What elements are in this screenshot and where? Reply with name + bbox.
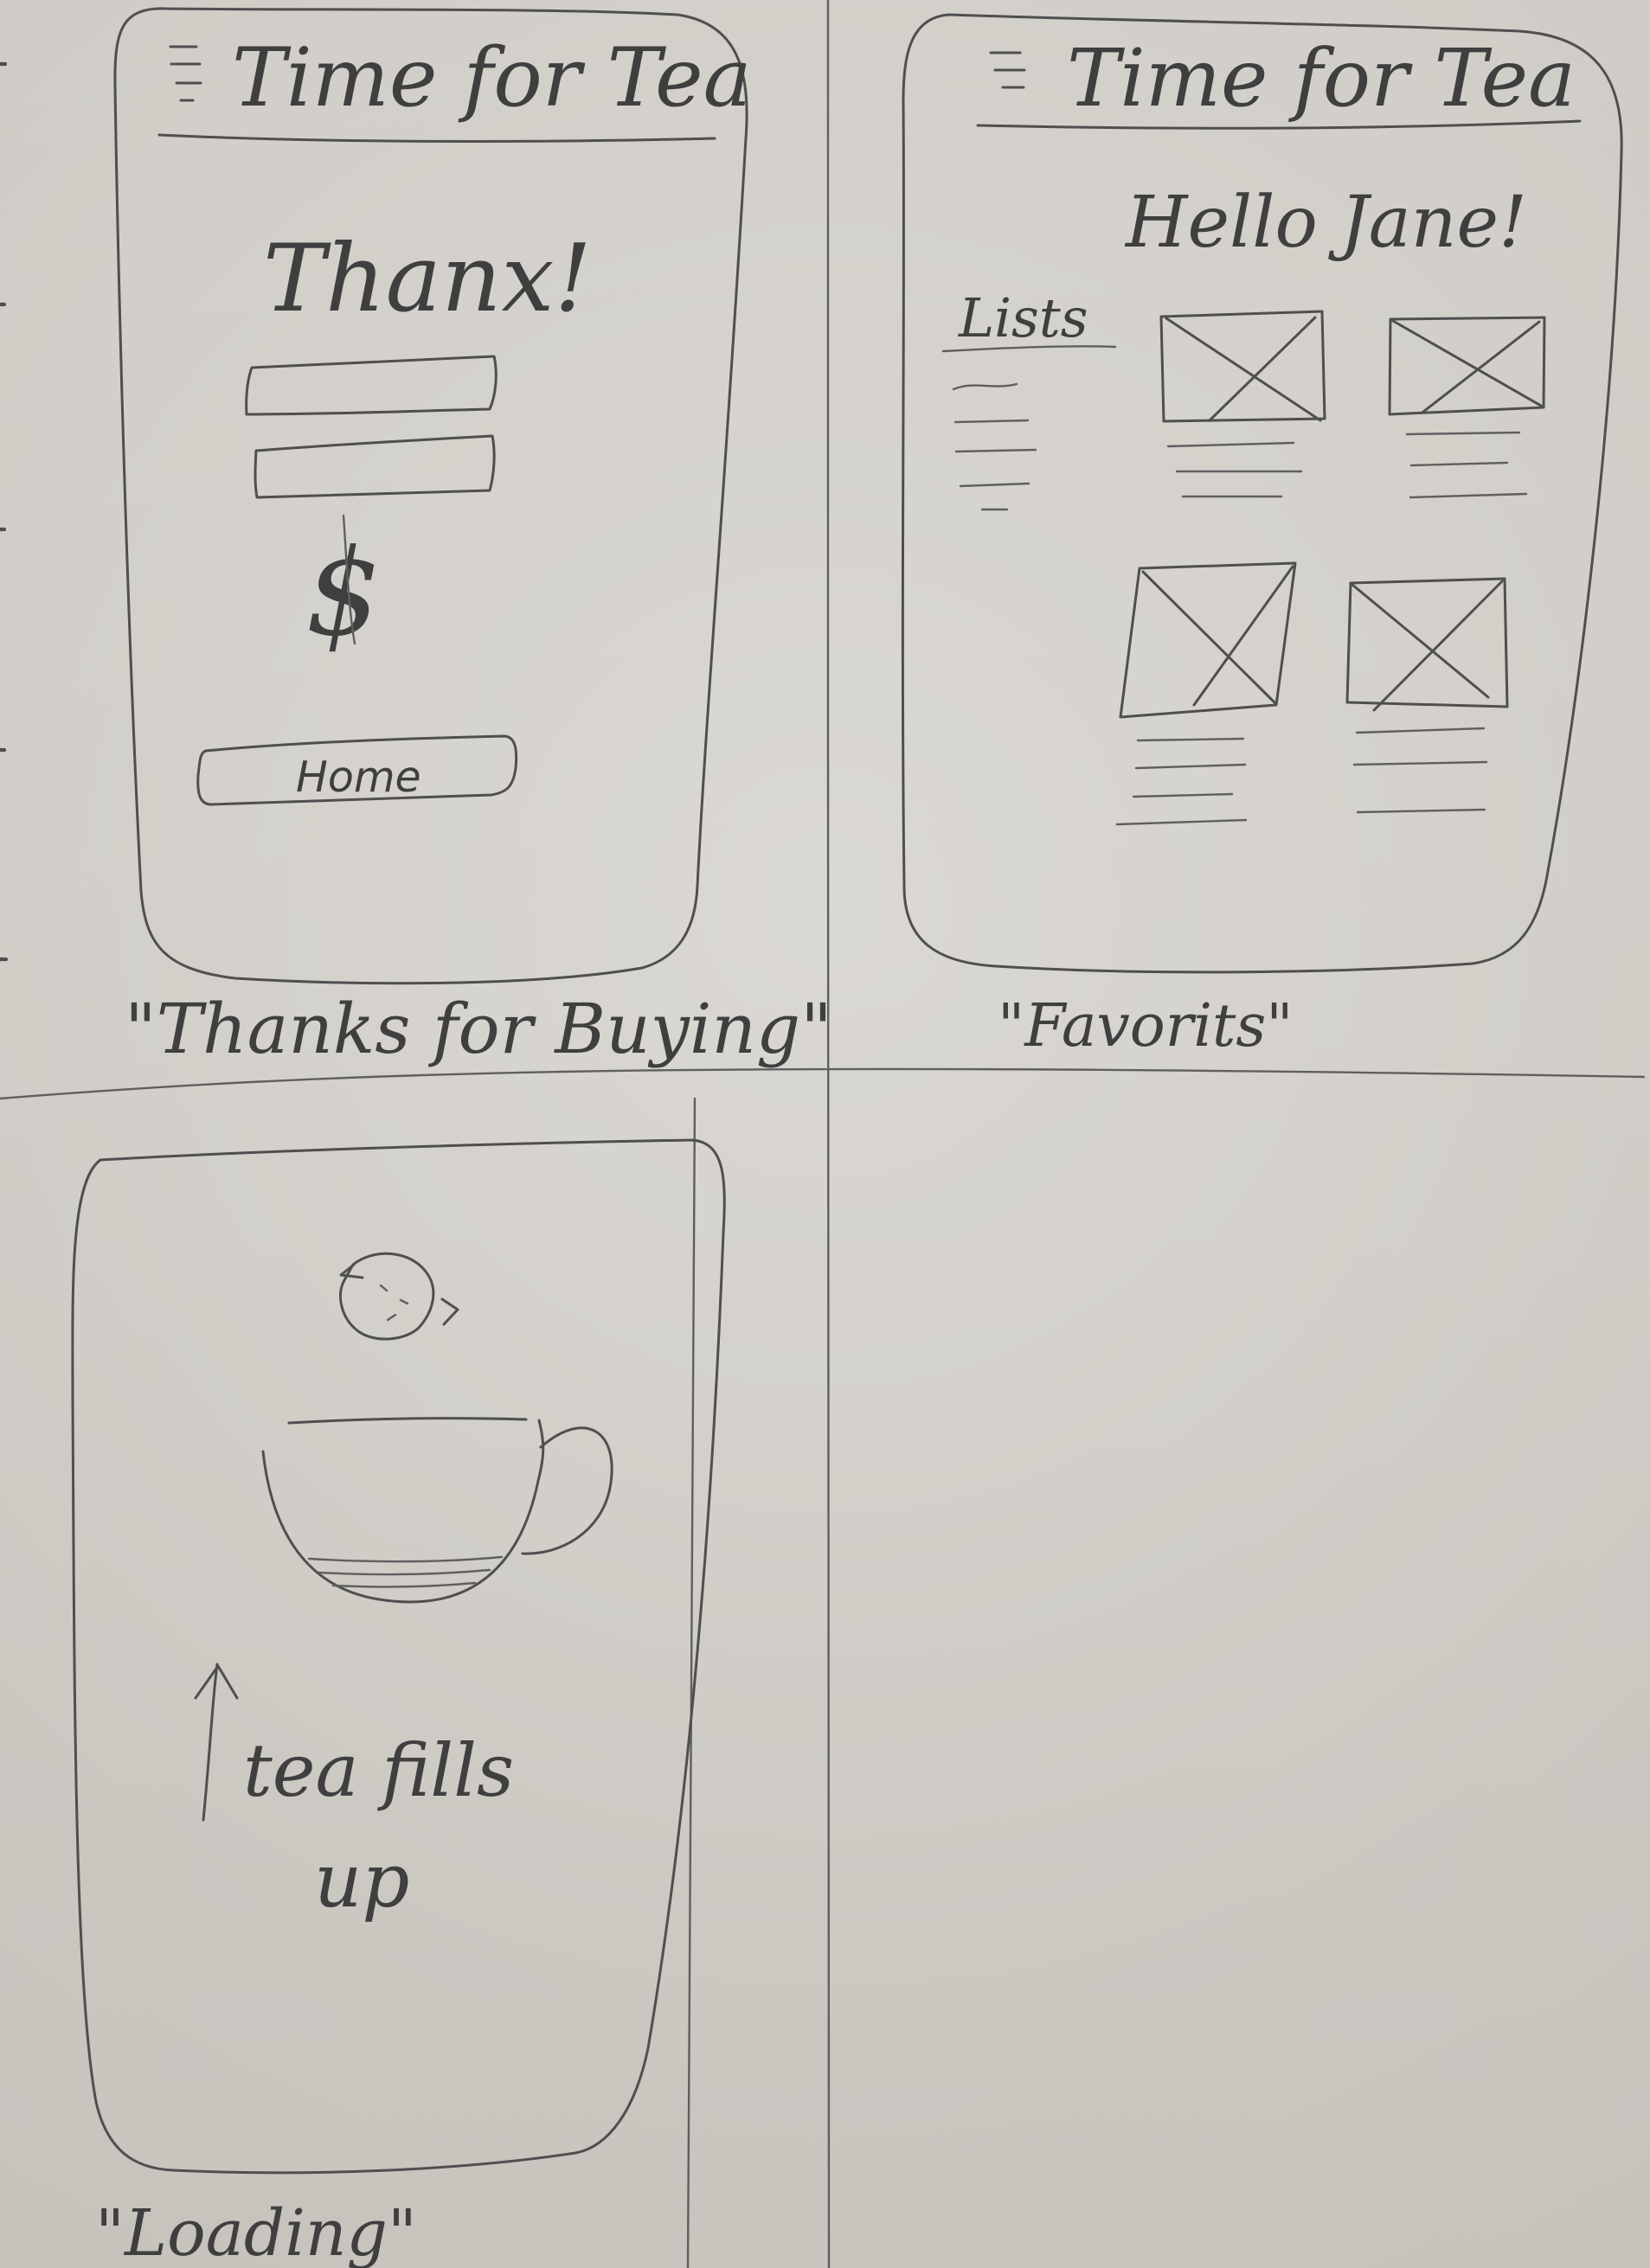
- teacup-icon: [261, 1417, 613, 1604]
- thanks-caption: "Thanks for Buying": [125, 989, 832, 1069]
- thanks-screen: Time for Tea Thanx! $ Home "Thanks for B…: [113, 7, 832, 1069]
- loading-phone-frame: [71, 1138, 726, 2175]
- thanks-app-title: Time for Tea: [232, 31, 752, 125]
- lists-menu-lines: [952, 382, 1037, 511]
- thanks-phone-frame: [113, 7, 748, 985]
- horizontal-divider: [0, 1067, 1646, 1100]
- vertical-divider-top-right: [826, 0, 831, 2268]
- loading-screen: tea fills up "Loading": [71, 1138, 726, 2268]
- favorites-app-title: Time for Tea: [1067, 32, 1576, 125]
- wireframe-drawing: Time for Tea Thanx! $ Home "Thanks for B…: [0, 0, 1646, 2268]
- refresh-icon: [338, 1252, 459, 1341]
- loading-note-line-2: up: [314, 1838, 409, 1925]
- favorites-menu-icon[interactable]: [989, 51, 1026, 89]
- thanks-menu-icon[interactable]: [169, 45, 202, 102]
- favorites-greeting: Hello Jane!: [1124, 182, 1527, 264]
- lists-label: Lists: [958, 286, 1088, 349]
- thanks-input-2[interactable]: [254, 434, 496, 499]
- favorites-card-1[interactable]: [1159, 310, 1326, 498]
- left-edge-marks: [0, 61, 9, 962]
- home-button-label: Home: [296, 753, 421, 802]
- favorites-screen: Time for Tea Hello Jane! Lists "Favorits…: [901, 13, 1623, 1060]
- thanks-header-divider: [157, 133, 716, 143]
- favorites-caption: "Favorits": [998, 992, 1294, 1060]
- loading-caption: "Loading": [95, 2196, 417, 2268]
- favorites-card-4[interactable]: [1345, 577, 1509, 814]
- thanks-input-1[interactable]: [245, 355, 498, 416]
- thanks-message: Thanx!: [263, 225, 592, 333]
- favorites-card-3[interactable]: [1115, 561, 1297, 826]
- sketch-sheet: Time for Tea Thanx! $ Home "Thanks for B…: [0, 0, 1650, 2268]
- currency-symbol: $: [305, 523, 382, 663]
- up-arrow-icon: [194, 1663, 239, 1822]
- loading-note-line-1: tea fills: [243, 1728, 514, 1813]
- favorites-card-2[interactable]: [1388, 316, 1546, 499]
